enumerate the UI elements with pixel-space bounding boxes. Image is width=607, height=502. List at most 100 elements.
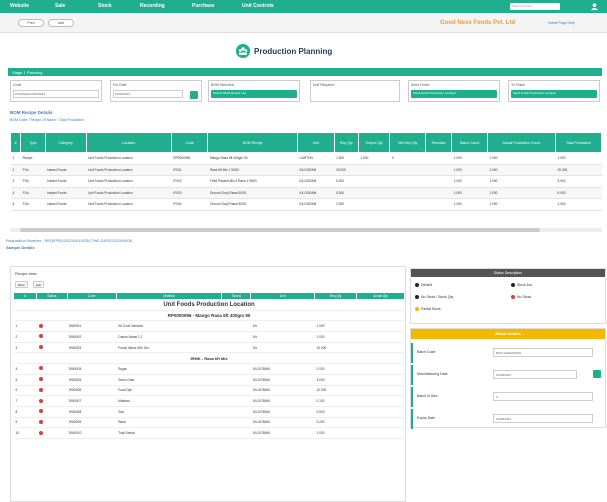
table-row[interactable]: 3 FGs Instant Foods Unit Foods Production L… (10, 175, 602, 188)
table-cell: 6 (13, 385, 37, 397)
help-links[interactable]: Home Page Help (548, 21, 575, 25)
bom-header-cell[interactable]: Location (85, 132, 172, 153)
horizontal-scrollbar[interactable] (10, 228, 602, 232)
table-cell (221, 342, 251, 354)
nav-stock[interactable]: Stock (98, 3, 112, 9)
mfg-date-input[interactable]: 10/08/2023 (493, 370, 577, 379)
recipe-header-cell[interactable]: # (12, 292, 38, 300)
bom-header-cell[interactable]: Category (44, 132, 87, 153)
bom-header-cell[interactable]: Net Req Qty (389, 132, 426, 153)
bom-header-cell[interactable]: # (9, 132, 22, 153)
nav-recording[interactable]: Recording (140, 3, 165, 9)
recipe-header-cell[interactable]: Code (66, 292, 117, 300)
prev-button[interactable]: Prev (18, 19, 44, 27)
table-row[interactable]: 7 RM0007 Mustard KILOGRAM 0.100 (13, 395, 405, 407)
recipe-header-cell[interactable]: Req Qty (314, 292, 357, 300)
code-input[interactable]: PLANNING/2023/0015 (13, 90, 99, 98)
date-input[interactable]: 10/08/2023 (113, 90, 183, 98)
table-row[interactable]: 4 FGs Instant Foods Unit Foods Production L… (10, 187, 602, 199)
table-cell (425, 187, 452, 199)
sub-header: Prev add Good Ness Foods Pvt. Ltd Home P… (0, 13, 607, 33)
bom-header-cell[interactable]: Remarks (424, 132, 453, 153)
table-cell (425, 152, 452, 165)
bom-selection-field: BOM Selection Search BOM Recipe List (208, 80, 300, 102)
table-row[interactable]: 1 Recipe Unit Foods Production Location RP0… (10, 152, 602, 165)
table-row[interactable]: 6 RM0006 Food Dye KILOGRAM 10.000 (13, 385, 405, 397)
requisition-number[interactable]: Requisition Number : REQ/PRD/2023/0015/O… (6, 238, 132, 243)
table-row[interactable]: 2 RM0002 Carton Name 1 2 Kit 1.000 (13, 331, 405, 343)
recipe-table: # Status Code Material Brand Unit Req Qty Actua… (12, 292, 406, 439)
table-cell: RM0004 (67, 363, 117, 375)
table-cell: 1 (13, 320, 37, 333)
table-row[interactable]: 5 RM0005 Semo Oats KILOGRAM 3.000 (13, 374, 405, 386)
bom-header-cell[interactable]: Output Qty (357, 132, 391, 153)
nav-unit-controls[interactable]: Unit Controls (242, 3, 274, 9)
table-row[interactable]: 2 FGs Instant Foods Unit Foods Production L… (10, 164, 602, 176)
table-cell (358, 187, 390, 199)
table-cell: 1.000 (487, 164, 556, 176)
recipe-header-cell[interactable]: Status (36, 292, 68, 300)
add-button[interactable]: add (48, 19, 74, 27)
table-cell (358, 198, 390, 211)
bom-header-cell[interactable]: Total Production (555, 132, 602, 153)
table-cell (36, 342, 68, 354)
table-cell: KILOGRAM (297, 175, 335, 188)
table-cell: Unit Foods Production Location (86, 152, 172, 165)
code-field: Code PLANNING/2023/0015 (10, 80, 102, 102)
table-cell: 0.500 (314, 406, 357, 418)
expiry-input[interactable]: 10/08/2024 (493, 414, 593, 423)
table-cell: Kit Cook Harrison (116, 320, 222, 333)
batch-size-input[interactable]: 0 (493, 392, 593, 401)
recipe-header-cell[interactable]: Actual Qty (355, 292, 406, 300)
search-bom-button[interactable]: Search BOM Recipe List (211, 90, 297, 98)
calendar-icon[interactable] (593, 370, 601, 378)
to-finish-button[interactable]: Send Finish Production Location (511, 90, 597, 98)
bom-header-cell[interactable]: Type (20, 132, 46, 153)
table-row[interactable]: 4 RM0004 Sugar KILOGRAM 2.000 (13, 363, 405, 375)
table-cell: 10 (13, 427, 37, 439)
calendar-icon[interactable] (190, 91, 198, 99)
bom-header-cell[interactable]: Unit (296, 132, 335, 153)
search-input[interactable]: Search Options (510, 3, 560, 10)
table-cell: KILOGRAM (250, 417, 315, 429)
batch-code-input[interactable]: BATCH/2023/0015 (493, 348, 593, 357)
table-cell (221, 395, 251, 407)
recipe-group-row: Unit Foods Production Location (13, 299, 405, 311)
nav-sale[interactable]: Sale (55, 3, 65, 9)
table-cell (36, 427, 68, 439)
table-row[interactable]: 5 FGs Instant Foods Unit Foods Production L… (10, 198, 602, 211)
breadcrumb[interactable]: BOM Code / Recipe Of Name / Total Produc… (10, 118, 84, 122)
nav-purchase[interactable]: Purchase (192, 3, 215, 9)
table-cell: 1.000 (487, 187, 556, 199)
send-finish-button[interactable]: Send Finish Production Location (411, 90, 497, 98)
table-row[interactable]: 9 RM0009 Rasa KILOGRAM 0.200 (13, 417, 405, 429)
table-cell: Instant Foods (45, 198, 87, 211)
recipe-panel: Recipe view Back Edit # Status Code Materia… (10, 266, 406, 502)
table-cell (356, 395, 405, 407)
bom-header-cell[interactable]: BOM Recipe (207, 132, 298, 153)
bom-header-cell[interactable]: Batch Count (451, 132, 488, 153)
table-cell (356, 385, 405, 397)
table-cell: Kit (250, 331, 315, 343)
bom-header-cell[interactable]: Req Qty (333, 132, 359, 153)
table-row[interactable]: 8 RM0008 Salt KILOGRAM 0.500 (13, 406, 405, 418)
bom-header-cell[interactable]: Actual Production Count (486, 132, 557, 153)
table-cell: Unit Foods Production Location (86, 175, 172, 188)
recipe-header-cell[interactable]: Brand (221, 292, 252, 300)
sample-details-link[interactable]: Sample Details (6, 245, 34, 250)
table-row[interactable]: 10 RM0010 Tulsi Stevia KILOGRAM 1.000 (13, 427, 405, 439)
bom-header-cell[interactable]: Code (170, 132, 209, 153)
table-cell: 1.000 (314, 320, 357, 333)
recipe-header-cell[interactable]: Unit (250, 292, 316, 300)
table-cell: Instant Foods (45, 187, 87, 199)
nav-website[interactable]: Website (10, 3, 29, 9)
back-button[interactable]: Back (15, 281, 28, 288)
table-cell (356, 427, 405, 439)
table-row[interactable]: 3 RM0003 Pouch Name 400 Gm Kit 10.000 (13, 342, 405, 354)
user-icon[interactable] (590, 2, 599, 11)
bom-title[interactable]: BOM Recipe Details (10, 110, 53, 115)
table-cell: 0.100 (314, 395, 357, 407)
edit-button[interactable]: Edit (33, 281, 45, 288)
table-row[interactable]: 1 RM0001 Kit Cook Harrison Kit 1.000 (13, 320, 405, 333)
recipe-header-cell[interactable]: Material (115, 292, 223, 300)
